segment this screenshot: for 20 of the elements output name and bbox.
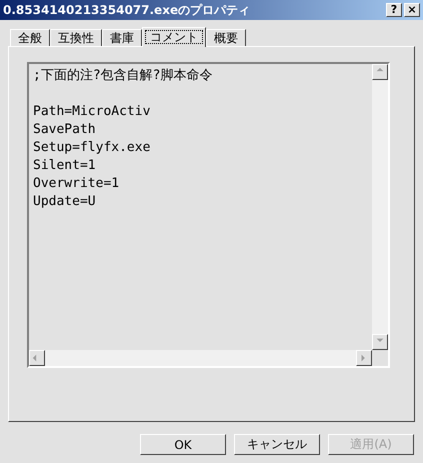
- vertical-scrollbar[interactable]: [372, 64, 388, 350]
- comment-line: Silent=1: [33, 157, 97, 175]
- horizontal-scrollbar[interactable]: [29, 350, 372, 366]
- comment-text-area[interactable]: ;下面的注?包含自解?脚本命令 Path=MicroActiv SavePath Setup=flyfx.exe Silent=1 Overwrite=1 Update=U: [27, 62, 390, 368]
- tab[interactable]: 書庫: [102, 29, 142, 46]
- tab[interactable]: 互換性: [50, 29, 102, 46]
- comment-line: Update=U: [33, 193, 97, 211]
- comment-line: Path=MicroActiv: [33, 103, 152, 121]
- dialog-button[interactable]: OK: [140, 434, 226, 455]
- window-title: 0.8534140213354077.exeのプロパティ: [3, 2, 250, 18]
- dialog-button[interactable]: キャンセル: [234, 434, 320, 455]
- comment-line: Overwrite=1: [33, 175, 120, 193]
- comment-line: ;下面的注?包含自解?脚本命令: [33, 67, 214, 85]
- close-button[interactable]: ×: [404, 3, 420, 17]
- comment-line: Setup=flyfx.exe: [33, 139, 152, 157]
- tab[interactable]: コメント: [142, 27, 206, 47]
- tab[interactable]: 全般: [10, 29, 50, 46]
- tab[interactable]: 概要: [206, 29, 246, 46]
- help-button[interactable]: ?: [386, 3, 402, 17]
- comment-line: SavePath: [33, 121, 97, 139]
